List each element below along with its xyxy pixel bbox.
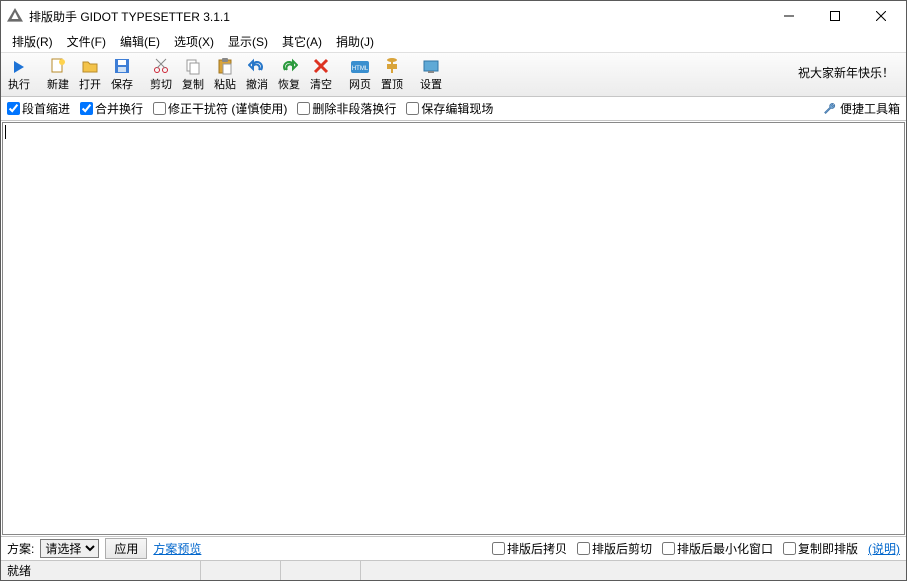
greeting-text: 祝大家新年快乐！	[798, 64, 900, 85]
svg-text:HTML: HTML	[352, 66, 369, 72]
toolbox-button[interactable]: 便捷工具箱	[823, 100, 900, 117]
apply-button[interactable]: 应用	[105, 538, 147, 559]
checkbox-del-non-paragraph-input[interactable]	[297, 102, 310, 115]
window-buttons	[766, 1, 904, 31]
plan-select[interactable]: 请选择	[40, 539, 99, 558]
checkbox-save-scene-input[interactable]	[406, 102, 419, 115]
undo-icon	[247, 57, 267, 75]
maximize-button[interactable]	[812, 1, 858, 31]
settings-icon	[421, 57, 441, 75]
open-button[interactable]: 打开	[74, 55, 106, 94]
redo-icon	[279, 57, 299, 75]
copy-button[interactable]: 复制	[177, 55, 209, 94]
clear-button[interactable]: 清空	[305, 55, 337, 94]
menu-typeset[interactable]: 排版(R)	[5, 31, 60, 52]
menu-edit[interactable]: 编辑(E)	[113, 31, 167, 52]
bottom-bar: 方案: 请选择 应用 方案预览 排版后拷贝 排版后剪切 排版后最小化窗口 复制即…	[1, 536, 906, 560]
window-title: 排版助手 GIDOT TYPESETTER 3.1.1	[29, 8, 766, 25]
wrench-icon	[823, 102, 837, 116]
close-button[interactable]	[858, 1, 904, 31]
explain-link[interactable]: (说明)	[868, 540, 900, 557]
menu-display[interactable]: 显示(S)	[221, 31, 275, 52]
cut-button[interactable]: 剪切	[145, 55, 177, 94]
menu-other[interactable]: 其它(A)	[275, 31, 329, 52]
checkbox-minimize-after[interactable]: 排版后最小化窗口	[662, 540, 773, 557]
menu-file[interactable]: 文件(F)	[60, 31, 113, 52]
plan-preview-link[interactable]: 方案预览	[153, 540, 201, 557]
menu-bar: 排版(R) 文件(F) 编辑(E) 选项(X) 显示(S) 其它(A) 捐助(J…	[1, 31, 906, 53]
web-button[interactable]: HTML网页	[344, 55, 376, 94]
status-cell-3	[281, 561, 361, 580]
status-cell-4	[361, 561, 906, 580]
html-icon: HTML	[350, 58, 370, 75]
title-bar: 排版助手 GIDOT TYPESETTER 3.1.1	[1, 1, 906, 31]
paste-button[interactable]: 粘贴	[209, 55, 241, 94]
status-bar: 就绪	[1, 560, 906, 580]
checkbox-del-non-paragraph[interactable]: 删除非段落换行	[297, 100, 396, 117]
text-caret	[5, 125, 6, 139]
paste-icon	[215, 57, 235, 75]
toolbar: 执行 新建 打开 保存 剪切 复制 粘贴 撤消 恢复 清空 HTML网页 置顶 …	[1, 53, 906, 97]
menu-options[interactable]: 选项(X)	[167, 31, 221, 52]
save-icon	[112, 57, 132, 75]
status-ready: 就绪	[1, 561, 201, 580]
checkbox-save-scene[interactable]: 保存编辑现场	[406, 100, 493, 117]
new-button[interactable]: 新建	[42, 55, 74, 94]
undo-button[interactable]: 撤消	[241, 55, 273, 94]
text-editor[interactable]	[2, 122, 905, 535]
play-icon	[9, 58, 29, 75]
plan-label: 方案:	[7, 540, 34, 557]
checkbox-indent[interactable]: 段首缩进	[7, 100, 70, 117]
checkbox-copy-after[interactable]: 排版后拷贝	[492, 540, 567, 557]
app-icon	[7, 8, 23, 24]
checkbox-merge-lines-input[interactable]	[80, 102, 93, 115]
copy-icon	[183, 57, 203, 75]
save-button[interactable]: 保存	[106, 55, 138, 94]
scissors-icon	[151, 57, 171, 75]
minimize-button[interactable]	[766, 1, 812, 31]
checkbox-cut-after[interactable]: 排版后剪切	[577, 540, 652, 557]
checkbox-fix-disturb[interactable]: 修正干扰符 (谨慎使用)	[153, 100, 287, 117]
status-cell-2	[201, 561, 281, 580]
checkbox-indent-input[interactable]	[7, 102, 20, 115]
options-bar: 段首缩进 合并换行 修正干扰符 (谨慎使用) 删除非段落换行 保存编辑现场 便捷…	[1, 97, 906, 121]
checkbox-merge-lines[interactable]: 合并换行	[80, 100, 143, 117]
new-file-icon	[48, 57, 68, 75]
pin-icon	[382, 57, 402, 75]
execute-button[interactable]: 执行	[3, 55, 35, 94]
settings-button[interactable]: 设置	[415, 55, 447, 94]
redo-button[interactable]: 恢复	[273, 55, 305, 94]
menu-donate[interactable]: 捐助(J)	[329, 31, 381, 52]
checkbox-fix-disturb-input[interactable]	[153, 102, 166, 115]
pin-top-button[interactable]: 置顶	[376, 55, 408, 94]
clear-icon	[311, 57, 331, 75]
folder-open-icon	[80, 57, 100, 75]
checkbox-paste-typeset[interactable]: 复制即排版	[783, 540, 858, 557]
